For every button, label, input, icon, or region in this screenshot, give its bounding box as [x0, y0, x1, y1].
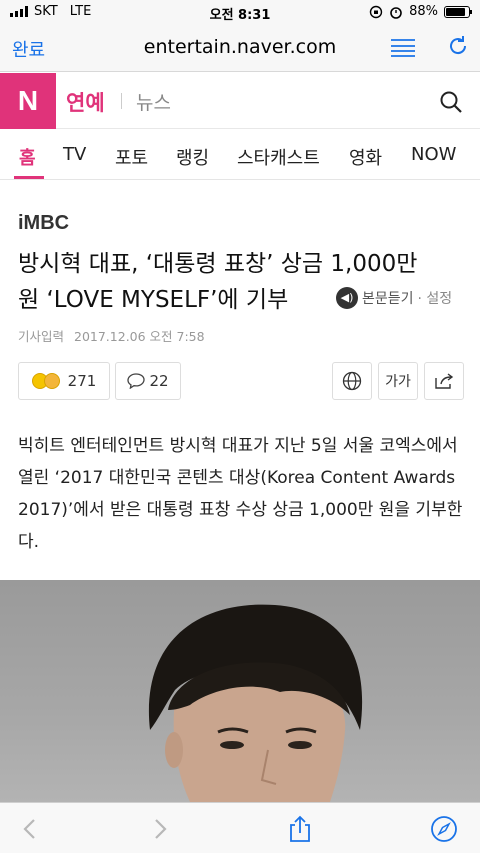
naver-header: N 연예 뉴스	[0, 73, 480, 129]
date-value: 2017.12.06 오전 7:58	[74, 329, 205, 344]
comment-icon	[127, 373, 146, 389]
battery-icon	[444, 5, 472, 18]
sad-emoji-icon	[43, 373, 60, 389]
share-icon	[435, 373, 454, 389]
browser-toolbar	[0, 802, 480, 853]
back-icon[interactable]	[16, 815, 44, 843]
alarm-icon	[390, 6, 402, 19]
tab-movie[interactable]: 영화	[349, 144, 382, 170]
forward-icon[interactable]	[146, 815, 174, 843]
speaker-icon[interactable]: ◀)	[336, 287, 358, 309]
reload-icon[interactable]	[446, 34, 470, 58]
portrait-illustration	[148, 604, 363, 802]
naver-logo[interactable]: N	[0, 73, 56, 129]
reaction-button[interactable]: 271	[18, 362, 110, 400]
article-title-line1: 방시혁 대표, ‘대통령 표창’ 상금 1,000만	[18, 251, 418, 277]
comment-button[interactable]: 22	[115, 362, 181, 400]
tts-settings-link[interactable]: · 설정	[418, 288, 453, 308]
subsection-title[interactable]: 뉴스	[136, 88, 171, 115]
share-icon[interactable]	[286, 815, 314, 843]
comment-count: 22	[149, 372, 169, 390]
battery-fill	[446, 7, 466, 16]
date-label: 기사입력	[18, 329, 65, 344]
article-photo[interactable]	[0, 580, 480, 802]
battery-percent: 88%	[409, 4, 438, 19]
tab-now[interactable]: NOW	[411, 144, 456, 165]
status-right: 88%	[369, 4, 472, 19]
font-size-button[interactable]: 가가	[378, 362, 418, 400]
listen-button[interactable]: 본문듣기	[362, 288, 414, 308]
category-tabs: 홈 TV 포토 랭킹 스타캐스트 영화 NOW	[0, 130, 480, 180]
tab-photo[interactable]: 포토	[115, 144, 148, 170]
status-bar: SKT LTE 오전 8:31 88%	[0, 0, 480, 24]
reader-menu-icon[interactable]	[391, 38, 415, 58]
reaction-count: 271	[67, 372, 97, 390]
divider	[121, 93, 122, 109]
tab-home[interactable]: 홈	[19, 144, 36, 170]
tab-ranking[interactable]: 랭킹	[176, 144, 209, 170]
tab-starcast[interactable]: 스타캐스트	[237, 144, 320, 170]
globe-icon	[342, 371, 362, 391]
article-date: 기사입력 2017.12.06 오전 7:58	[18, 326, 205, 345]
article-body: 빅히트 엔터테인먼트 방시혁 대표가 지난 5일 서울 코엑스에서 열린 ‘20…	[18, 436, 463, 552]
browser-bar: 완료 entertain.naver.com	[0, 24, 480, 72]
active-tab-indicator	[14, 176, 44, 179]
tab-tv[interactable]: TV	[63, 144, 86, 165]
rotation-lock-icon	[369, 5, 383, 18]
section-title[interactable]: 연예	[66, 87, 105, 117]
tts-controls: ◀) 본문듣기 · 설정	[336, 287, 452, 309]
compass-icon[interactable]	[430, 815, 458, 843]
search-icon[interactable]	[439, 90, 463, 114]
share-button[interactable]	[424, 362, 464, 400]
language-button[interactable]	[332, 362, 372, 400]
press-logo[interactable]: iMBC	[18, 212, 69, 235]
